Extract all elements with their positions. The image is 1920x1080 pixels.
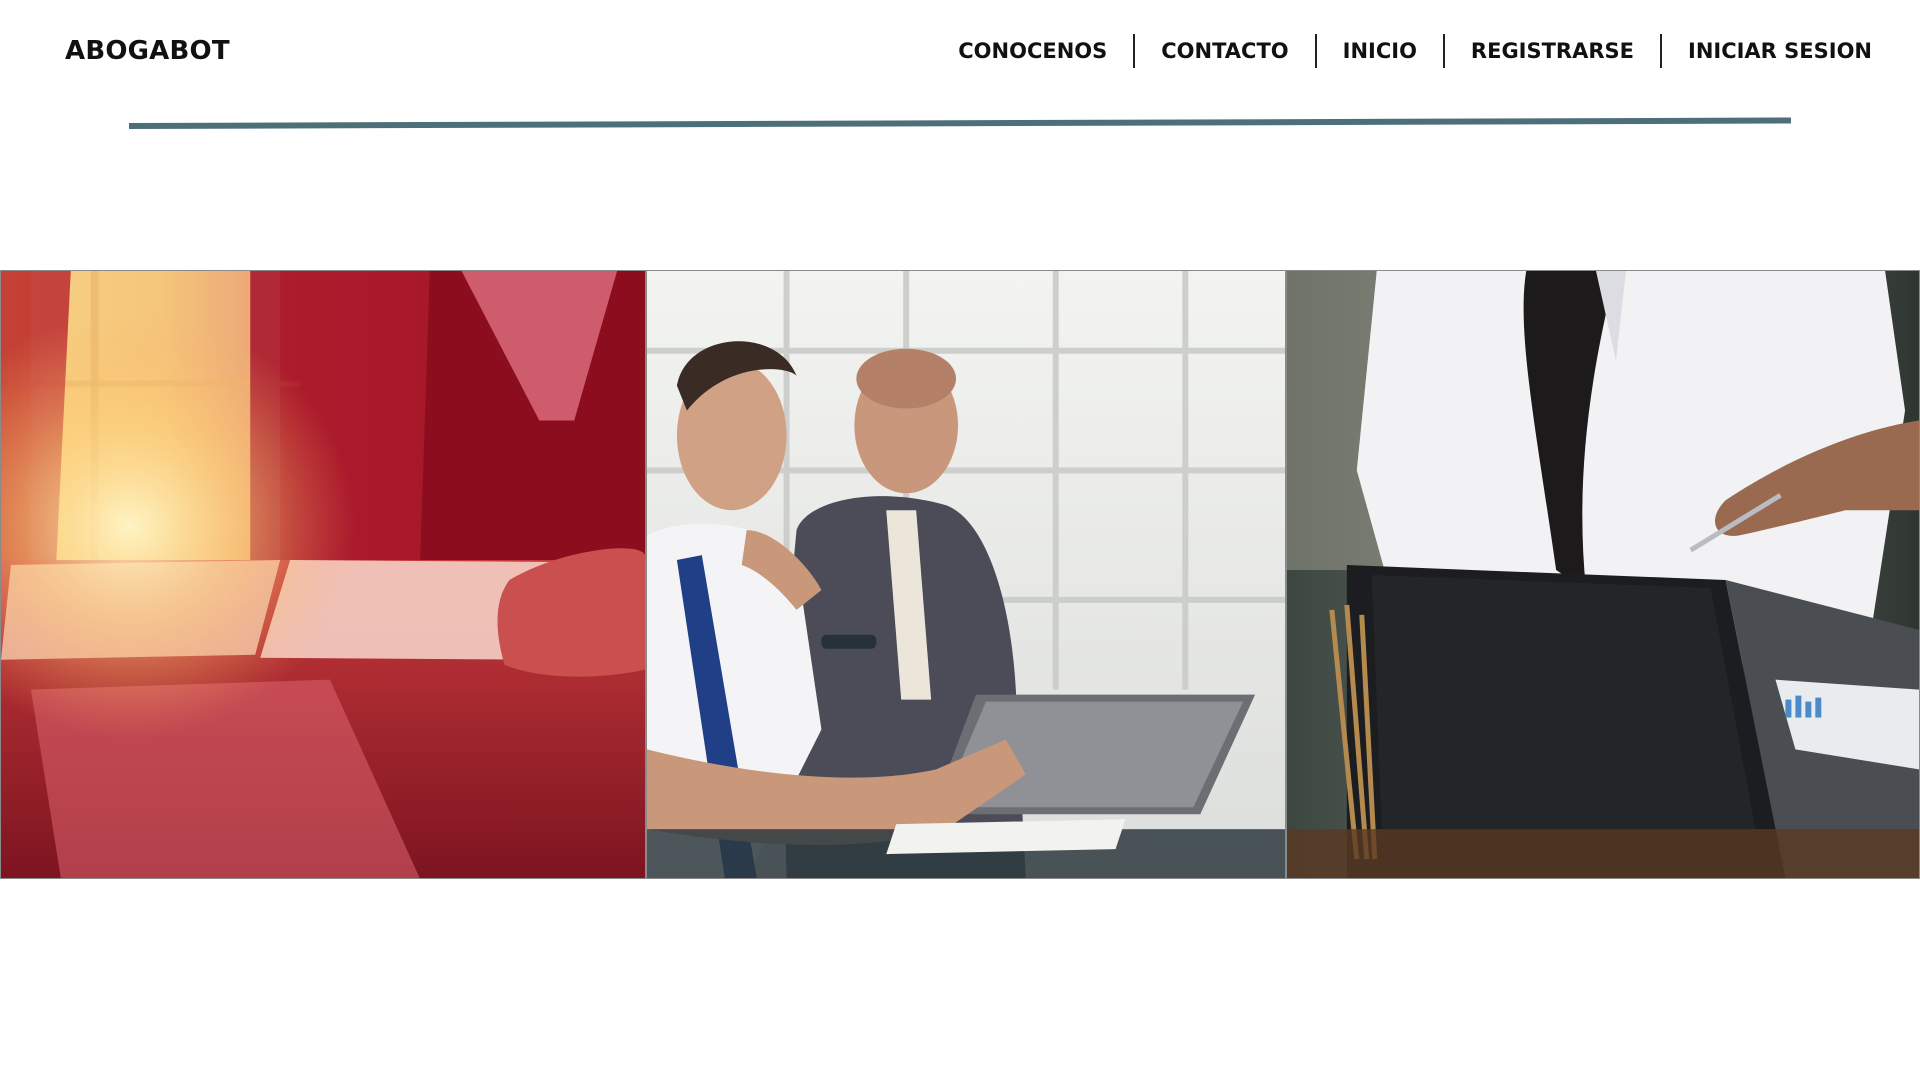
gallery-image-businessmen-tablet <box>646 270 1286 879</box>
gallery-image-laptop-meeting <box>1286 270 1920 879</box>
nav-registrarse[interactable]: REGISTRARSE <box>1445 39 1660 63</box>
nav-conocenos[interactable]: CONOCENOS <box>932 39 1133 63</box>
nav-iniciar-sesion[interactable]: INICIAR SESION <box>1662 39 1872 63</box>
nav-inicio[interactable]: INICIO <box>1317 39 1443 63</box>
nav-contacto[interactable]: CONTACTO <box>1135 39 1314 63</box>
main-nav: CONOCENOS CONTACTO INICIO REGISTRARSE IN… <box>932 33 1872 69</box>
page: ABOGABOT CONOCENOS CONTACTO INICIO REGIS… <box>0 0 1920 1080</box>
header-divider-line <box>128 117 1792 129</box>
gallery-image-documents <box>0 270 646 879</box>
hero-gallery <box>0 270 1920 879</box>
brand-logo[interactable]: ABOGABOT <box>65 36 230 66</box>
